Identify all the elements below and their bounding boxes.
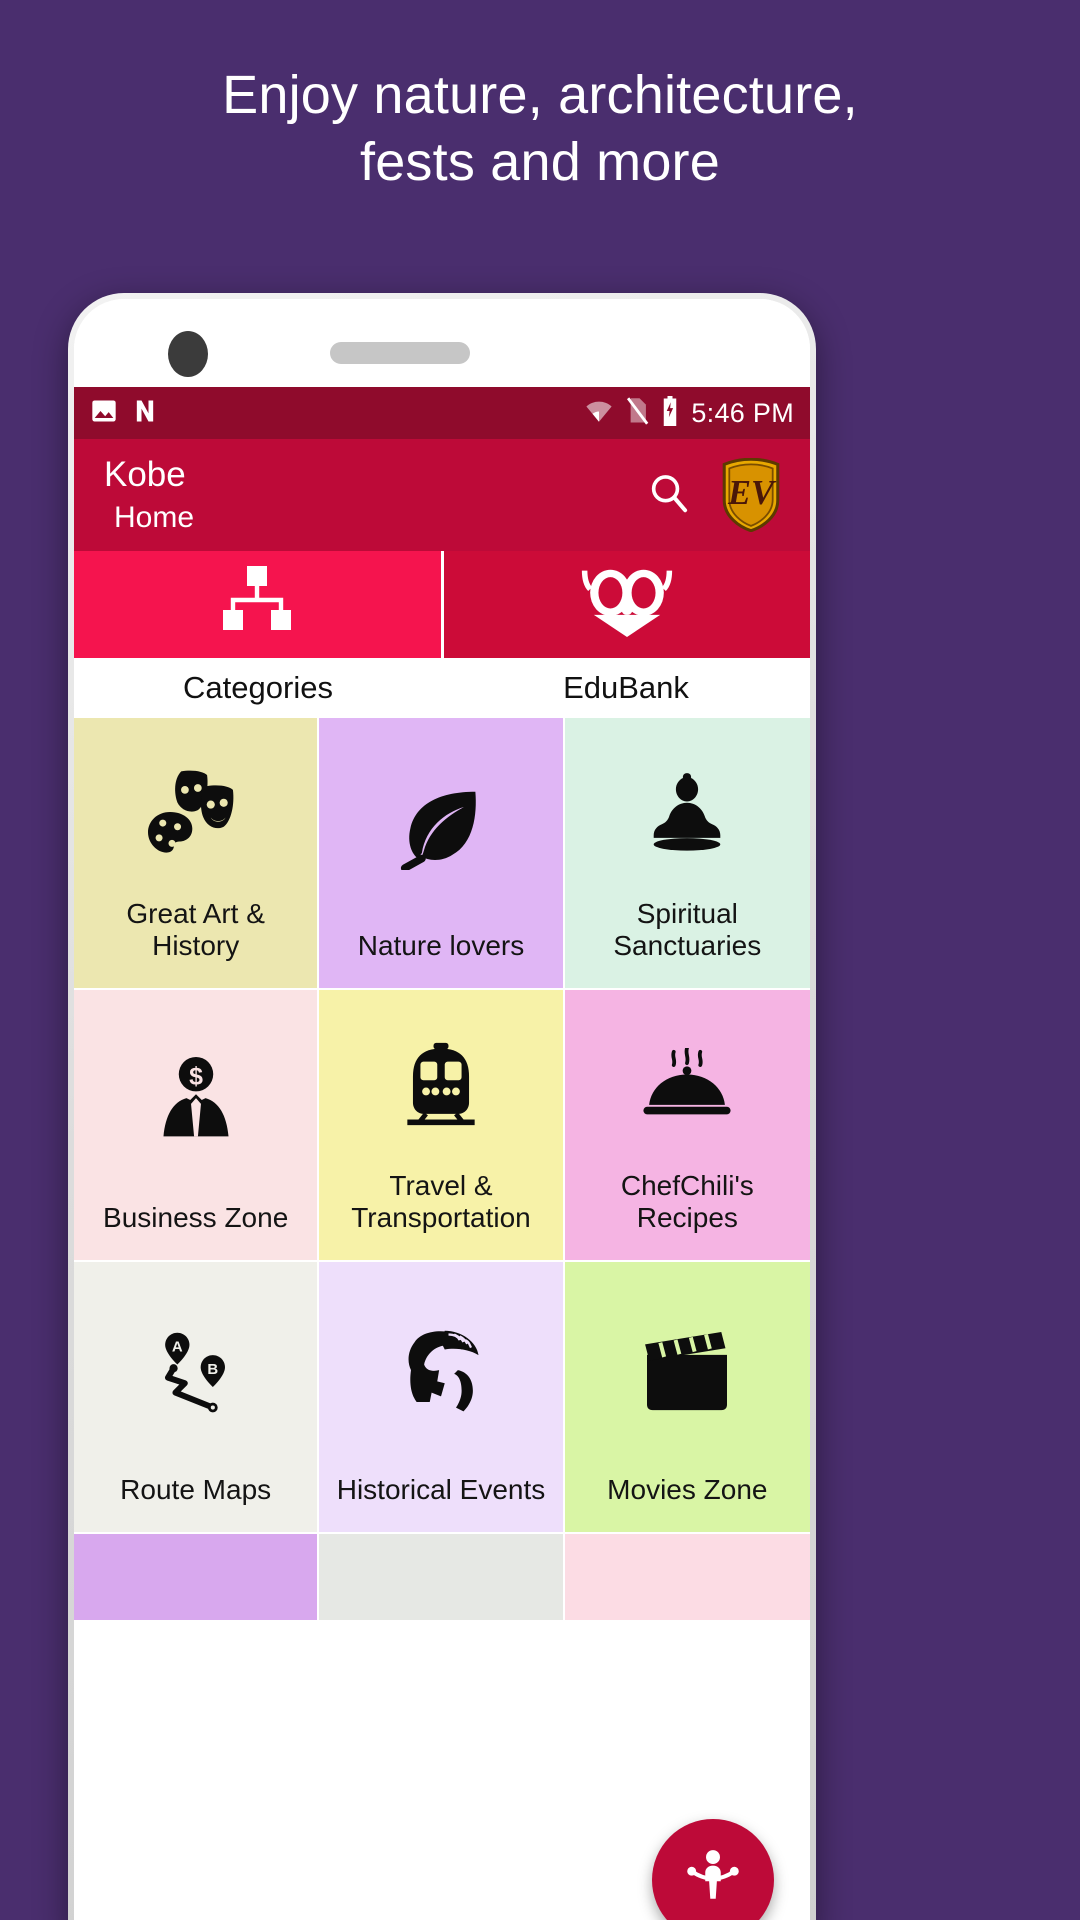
category-tile-travel-transportation[interactable]: Travel & Transportation — [319, 990, 565, 1262]
svg-text:$: $ — [189, 1063, 203, 1091]
category-label: Business Zone — [103, 1202, 289, 1234]
status-bar-clock: 5:46 PM — [691, 397, 794, 428]
category-tile-chefchilis-recipes[interactable]: ChefChili's Recipes — [564, 990, 810, 1262]
owl-icon — [579, 567, 675, 642]
category-tile-route-maps[interactable]: A B Route Maps — [74, 1262, 320, 1534]
nova-launcher-icon — [131, 397, 159, 430]
promo-line-1: Enjoy nature, architecture, — [222, 65, 858, 125]
floating-action-button[interactable] — [652, 1819, 774, 1920]
wifi-icon — [584, 399, 614, 428]
app-bar: Kobe Home EV — [74, 439, 810, 551]
category-label: Spiritual Sanctuaries — [613, 898, 762, 962]
businessman-dollar-icon: $ — [74, 990, 317, 1202]
app-title: Kobe — [104, 455, 186, 494]
tab-label-edubank[interactable]: EduBank — [442, 658, 810, 718]
sim-off-icon — [625, 396, 649, 430]
front-camera-icon — [168, 331, 208, 377]
category-tile-nature-lovers[interactable]: Nature lovers — [319, 718, 565, 990]
tab-label-categories[interactable]: Categories — [74, 658, 442, 718]
spartan-helmet-icon — [319, 1262, 562, 1474]
category-tile-historical-events[interactable]: Historical Events — [319, 1262, 565, 1534]
app-screen: 5:46 PM Kobe Home EV Categories EduBank … — [74, 387, 810, 1920]
clapperboard-icon — [565, 1262, 810, 1474]
phone-bezel-top — [74, 299, 810, 387]
train-icon — [319, 990, 562, 1170]
battery-charging-icon — [660, 395, 680, 431]
category-label: Route Maps — [120, 1474, 272, 1506]
category-tile-movies-zone[interactable]: Movies Zone — [564, 1262, 810, 1534]
tab-bar — [74, 551, 810, 658]
category-label: Movies Zone — [607, 1474, 768, 1506]
tab-categories[interactable] — [74, 551, 441, 658]
category-label: Great Art & History — [126, 898, 265, 962]
category-tile-partial-1[interactable] — [74, 1534, 320, 1622]
person-guide-icon — [682, 1847, 744, 1914]
category-label: ChefChili's Recipes — [620, 1170, 754, 1234]
earpiece-speaker — [330, 342, 470, 364]
theater-masks-palette-icon — [74, 718, 317, 898]
category-tile-partial-3[interactable] — [564, 1534, 810, 1622]
leaf-icon — [319, 718, 562, 930]
ev-shield-logo[interactable]: EV — [720, 458, 782, 532]
svg-text:A: A — [172, 1338, 183, 1355]
category-label: Historical Events — [336, 1474, 546, 1506]
promo-line-2: fests and more — [360, 131, 720, 192]
app-subtitle: Home — [114, 501, 195, 534]
food-cloche-icon — [565, 990, 810, 1170]
status-bar: 5:46 PM — [74, 387, 810, 439]
category-label: Nature lovers — [357, 930, 525, 962]
sitemap-icon — [217, 566, 297, 643]
tab-label-row: Categories EduBank — [74, 658, 810, 718]
phone-mockup: 5:46 PM Kobe Home EV Categories EduBank … — [68, 293, 816, 1920]
route-map-pins-icon: A B — [74, 1262, 317, 1474]
search-icon[interactable] — [646, 470, 692, 521]
svg-text:EV: EV — [727, 474, 777, 512]
category-tile-great-art-history[interactable]: Great Art & History — [74, 718, 320, 990]
image-icon — [90, 397, 118, 430]
category-tile-partial-2[interactable] — [319, 1534, 565, 1622]
category-tile-business-zone[interactable]: $ Business Zone — [74, 990, 320, 1262]
promo-headline: Enjoy nature, architecture, fests and mo… — [0, 62, 1080, 196]
category-label: Travel & Transportation — [351, 1170, 531, 1234]
category-grid: Great Art & History Nature lovers Spirit… — [74, 718, 810, 1622]
buddha-icon — [565, 718, 810, 898]
tab-edubank[interactable] — [443, 551, 810, 658]
category-tile-spiritual-sanctuaries[interactable]: Spiritual Sanctuaries — [564, 718, 810, 990]
svg-text:B: B — [207, 1361, 218, 1378]
